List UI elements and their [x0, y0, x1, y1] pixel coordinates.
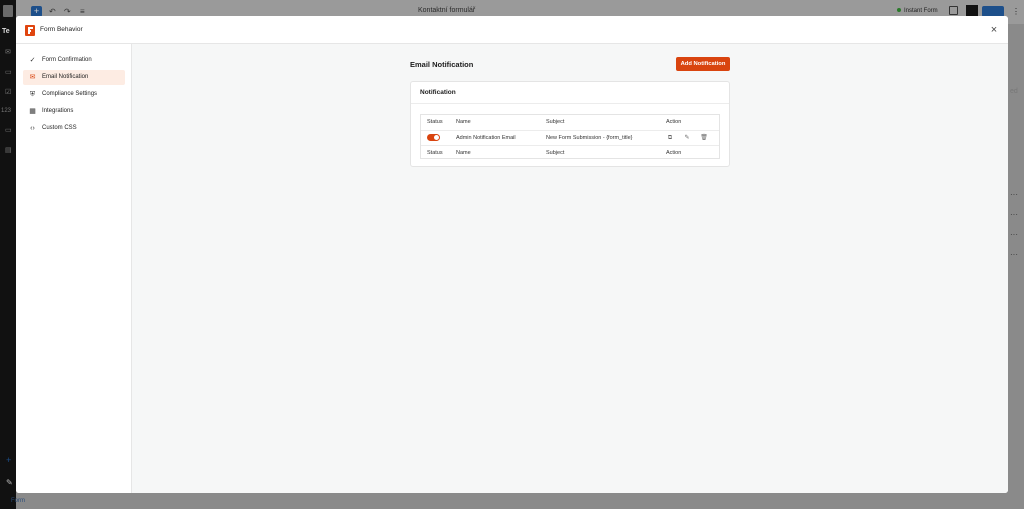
number-block-text: 123	[1, 108, 12, 114]
settings-sidebar: ✓ Form Confirmation ✉ Email Notification…	[16, 44, 132, 493]
divider	[411, 103, 729, 104]
brand-logo-icon	[25, 25, 35, 36]
editor-logo-icon	[3, 5, 13, 17]
right-panel-text: ed	[1010, 88, 1018, 95]
notification-table: Status Name Subject Action Admin Notific…	[420, 114, 720, 159]
instant-form-toggle: Instant Form	[897, 8, 938, 14]
sidebar-item-compliance-settings[interactable]: ⛨ Compliance Settings	[23, 87, 125, 102]
column-header-action: Action	[666, 119, 682, 125]
sidebar-item-custom-css[interactable]: ‹› Custom CSS	[23, 121, 125, 136]
settings-content: Email Notification Add Notification Noti…	[132, 44, 1008, 493]
table-row: Admin Notification Email New Form Submis…	[421, 130, 719, 145]
column-header-subject: Subject	[546, 119, 565, 125]
instant-form-label: Instant Form	[904, 8, 938, 14]
sidebar-item-email-notification[interactable]: ✉ Email Notification	[23, 70, 125, 85]
sidebar-item-label: Form Confirmation	[42, 57, 92, 63]
editor-document-title: Kontaktní formulář	[418, 7, 476, 14]
page-title: Email Notification	[410, 60, 474, 69]
modal-header: Form Behavior ×	[16, 16, 1008, 44]
notification-name: Admin Notification Email	[456, 135, 516, 141]
column-footer-name: Name	[456, 150, 471, 156]
table-header-row: Status Name Subject Action	[421, 115, 719, 130]
column-header-status: Status	[427, 119, 443, 125]
status-dot-icon	[897, 8, 901, 12]
bottom-form-tab: Form	[11, 498, 25, 504]
editor-left-toolbar	[0, 0, 16, 509]
envelope-icon: ✉	[29, 74, 36, 81]
sidebar-item-integrations[interactable]: ▦ Integrations	[23, 104, 125, 119]
add-notification-button[interactable]: Add Notification	[676, 57, 730, 71]
column-footer-status: Status	[427, 150, 443, 156]
external-link-icon	[949, 6, 958, 15]
row-options-icon: ···	[1010, 230, 1018, 239]
table-footer-row: Status Name Subject Action	[421, 145, 719, 160]
code-icon: ‹›	[30, 125, 35, 132]
row-options-icon: ···	[1010, 250, 1018, 259]
column-header-name: Name	[456, 119, 471, 125]
column-footer-action: Action	[666, 150, 682, 156]
form-behavior-modal: Form Behavior × ✓ Form Confirmation ✉ Em…	[16, 16, 1008, 493]
sidebar-item-label: Compliance Settings	[42, 91, 98, 97]
image-block-icon: ▭	[5, 69, 12, 76]
notification-subject: New Form Submission - {form_title}	[546, 135, 633, 141]
shield-icon: ⛨	[29, 91, 36, 98]
row-options-icon: ···	[1010, 210, 1018, 219]
check-circle-icon: ✓	[29, 57, 36, 64]
grid-icon: ▦	[29, 108, 36, 115]
sidebar-item-label: Email Notification	[42, 74, 89, 80]
card-title: Notification	[420, 89, 456, 96]
bottom-add-icon: +	[6, 455, 12, 465]
date-block-icon: ▤	[5, 147, 12, 154]
list-view-icon: ≡	[80, 7, 85, 16]
edit-icon[interactable]: ✎	[683, 134, 691, 142]
trash-icon[interactable]: 🗑	[700, 134, 708, 142]
notification-card: Notification Status Name Subject Action …	[410, 81, 730, 167]
column-footer-subject: Subject	[546, 150, 565, 156]
pen-icon: ✎	[6, 478, 13, 487]
duplicate-icon[interactable]: ⧉	[666, 134, 674, 142]
input-block-icon: ▭	[5, 127, 12, 134]
more-options-icon: ⋮	[1012, 7, 1020, 16]
row-options-icon: ···	[1010, 190, 1018, 199]
sidebar-item-form-confirmation[interactable]: ✓ Form Confirmation	[23, 53, 125, 68]
checkbox-block-icon: ☑	[5, 89, 12, 96]
sidebar-item-label: Custom CSS	[42, 125, 77, 131]
modal-title: Form Behavior	[40, 26, 83, 33]
undo-icon: ↶	[49, 7, 56, 16]
redo-icon: ↷	[64, 7, 71, 16]
close-button[interactable]: ×	[988, 24, 1000, 36]
sidebar-item-label: Integrations	[42, 108, 74, 114]
status-toggle[interactable]	[427, 134, 440, 141]
mail-block-icon: ✉	[5, 49, 11, 56]
editor-left-text: Te	[2, 28, 10, 35]
